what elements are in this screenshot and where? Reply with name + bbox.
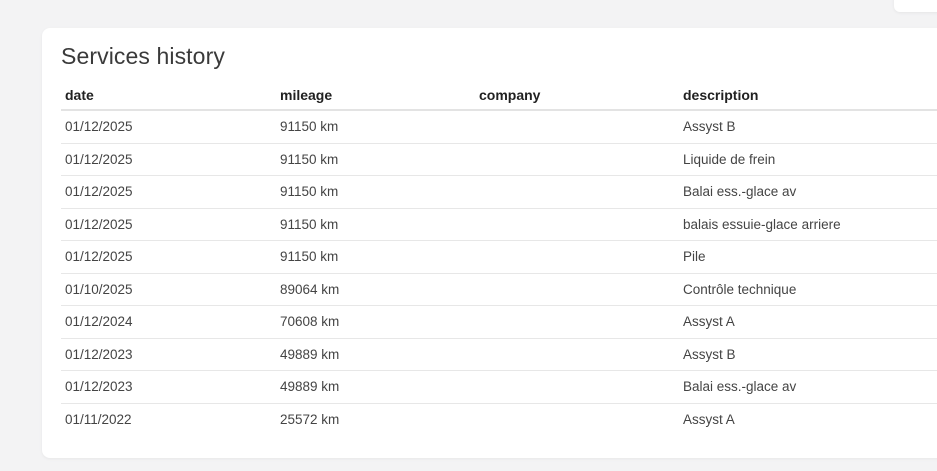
cell-description: Assyst B — [679, 338, 937, 371]
cell-mileage: 70608 km — [276, 305, 475, 339]
column-header-date[interactable]: date — [61, 80, 276, 111]
column-header-mileage[interactable]: mileage — [276, 80, 475, 111]
top-card-fragment — [894, 0, 937, 12]
table-row[interactable]: 01/12/2025 91150 km balais essuie-glace … — [61, 208, 937, 241]
table-row[interactable]: 01/10/2025 89064 km Contrôle technique — [61, 273, 937, 306]
cell-mileage: 91150 km — [276, 240, 475, 274]
cell-company — [475, 370, 679, 404]
table-row[interactable]: 01/12/2025 91150 km Liquide de frein — [61, 143, 937, 176]
cell-company — [475, 175, 679, 209]
table-row[interactable]: 01/12/2023 49889 km Balai ess.-glace av — [61, 370, 937, 404]
cell-date: 01/12/2025 — [61, 208, 276, 241]
cell-mileage: 91150 km — [276, 110, 475, 144]
cell-mileage: 25572 km — [280, 411, 340, 427]
cell-description: Assyst A — [679, 305, 937, 339]
cell-date: 01/12/2025 — [61, 110, 276, 144]
cell-mileage: 91150 km — [276, 143, 475, 176]
cell-date: 01/12/2023 — [61, 338, 276, 371]
table-row[interactable]: 01/11/2022 25572 km Assyst A — [61, 403, 937, 435]
cell-company — [475, 338, 679, 371]
table-row[interactable]: 01/12/2025 91150 km Balai ess.-glace av — [61, 175, 937, 209]
cell-date: 01/12/2023 — [61, 370, 276, 404]
cell-date: 01/10/2025 — [61, 273, 276, 306]
cell-company — [475, 240, 679, 274]
cell-company — [475, 208, 679, 241]
table-row[interactable]: 01/12/2023 49889 km Assyst B — [61, 338, 937, 371]
cell-mileage: 49889 km — [276, 370, 475, 404]
cell-date: 01/11/2022 — [65, 411, 132, 427]
cell-mileage: 91150 km — [276, 175, 475, 209]
cell-description: Assyst A — [683, 411, 735, 427]
table-row[interactable]: 01/12/2025 91150 km Pile — [61, 240, 937, 274]
cell-company — [475, 305, 679, 339]
column-header-description[interactable]: description — [679, 80, 937, 111]
cell-mileage: 89064 km — [276, 273, 475, 306]
cell-company — [475, 403, 679, 435]
cell-company — [475, 273, 679, 306]
cell-date: 01/12/2025 — [61, 240, 276, 274]
services-history-card: Services history date mileage company de… — [42, 28, 937, 458]
page-title: Services history — [61, 43, 225, 69]
cell-date: 01/12/2024 — [61, 305, 276, 339]
cell-date: 01/12/2025 — [61, 143, 276, 176]
table-row[interactable]: 01/12/2024 70608 km Assyst A — [61, 305, 937, 339]
cell-company — [475, 143, 679, 176]
table-header: date mileage company description — [61, 80, 937, 111]
column-header-company[interactable]: company — [475, 80, 679, 111]
cell-description: Balai ess.-glace av — [679, 370, 937, 404]
services-history-table: date mileage company description 01/12/2… — [61, 80, 937, 435]
cell-description: Balai ess.-glace av — [679, 175, 937, 209]
cell-description: Assyst B — [679, 110, 937, 144]
cell-description: balais essuie-glace arriere — [679, 208, 937, 241]
cell-mileage: 91150 km — [276, 208, 475, 241]
cell-description: Liquide de frein — [679, 143, 937, 176]
table-header-row: date mileage company description — [61, 80, 937, 111]
cell-company — [475, 110, 679, 144]
cell-description: Pile — [679, 240, 937, 274]
cell-date: 01/12/2025 — [61, 175, 276, 209]
table-row[interactable]: 01/12/2025 91150 km Assyst B — [61, 110, 937, 144]
table-body: 01/12/2025 91150 km Assyst B 01/12/2025 … — [61, 110, 937, 435]
cell-description: Contrôle technique — [679, 273, 937, 306]
cell-mileage: 49889 km — [276, 338, 475, 371]
